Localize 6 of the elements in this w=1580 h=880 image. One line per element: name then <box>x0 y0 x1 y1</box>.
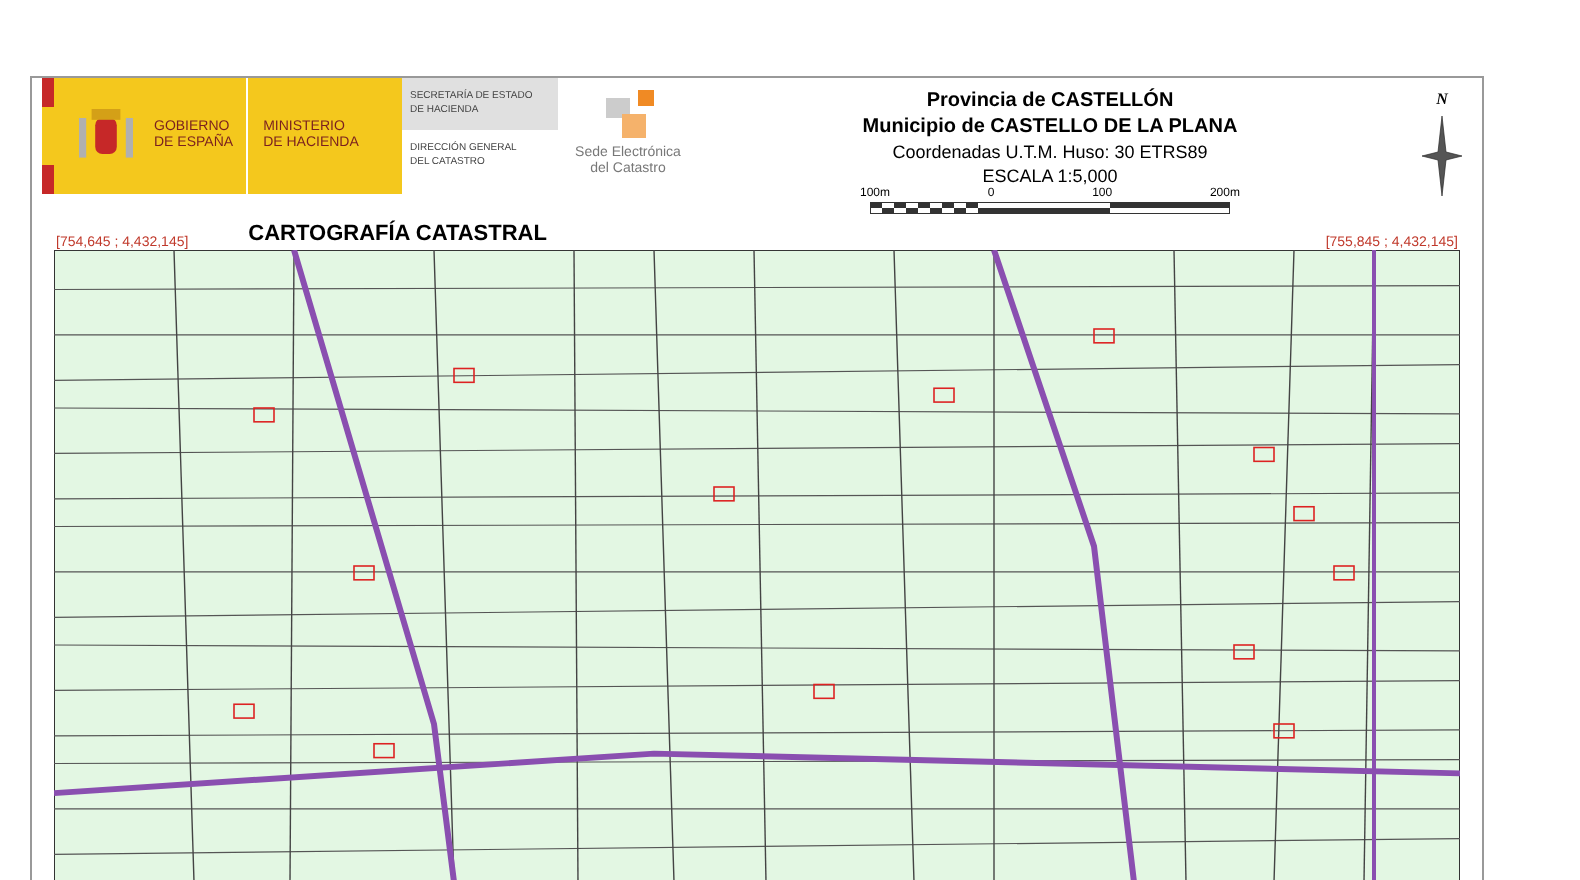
coordinate-system: Coordenadas U.T.M. Huso: 30 ETRS89 <box>892 140 1208 164</box>
province-title: Provincia de CASTELLÓN <box>926 88 1174 114</box>
municipality-title: Municipio de CASTELLO DE LA PLANA <box>862 114 1238 140</box>
map-scale: ESCALA 1:5,000 <box>982 164 1118 187</box>
north-label: N <box>1436 90 1448 108</box>
map-title: CARTOGRAFÍA CATASTRAL <box>248 222 547 246</box>
